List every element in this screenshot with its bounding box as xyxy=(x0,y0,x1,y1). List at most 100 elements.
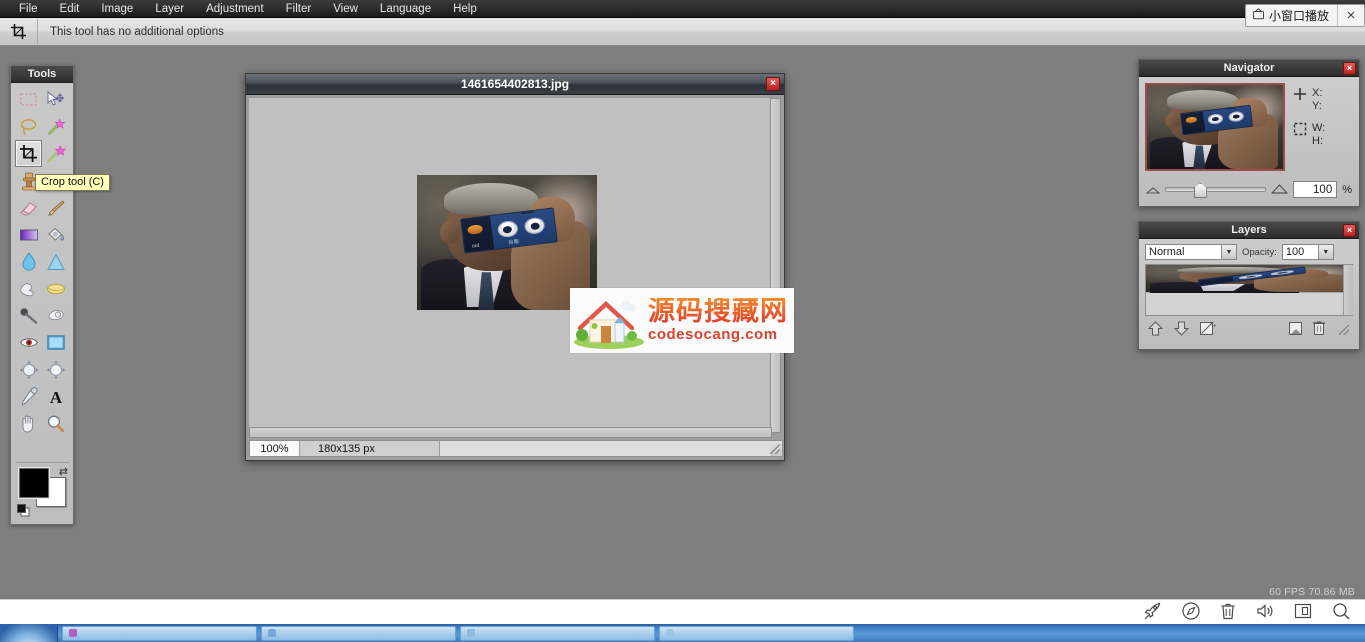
menu-bar: File Edit Image Layer Adjustment Filter … xyxy=(0,0,1365,18)
navigator-titlebar[interactable]: Navigator × xyxy=(1139,60,1359,77)
resize-grip-icon[interactable] xyxy=(770,443,780,454)
dodge-tool[interactable] xyxy=(15,302,42,329)
layers-titlebar[interactable]: Layers × xyxy=(1139,222,1359,239)
pinch-tool[interactable] xyxy=(42,356,69,383)
document-titlebar[interactable]: 1461654402813.jpg × xyxy=(246,74,784,95)
menu-item-layer[interactable]: Layer xyxy=(144,1,195,17)
eraser-tool[interactable] xyxy=(15,194,42,221)
status-dimensions: 180x135 px xyxy=(300,441,440,456)
navigator-thumbnail[interactable] xyxy=(1145,83,1285,171)
layer-list-scrollbar[interactable] xyxy=(1343,265,1353,315)
type-tool[interactable]: A xyxy=(42,383,69,410)
taskbar-item[interactable] xyxy=(460,625,655,641)
magic-wand-tool-alt[interactable] xyxy=(42,113,69,140)
selection-size-icon xyxy=(1293,122,1307,139)
lasso-tool[interactable] xyxy=(15,113,42,140)
move-layer-down-button[interactable] xyxy=(1173,321,1190,339)
menu-item-filter[interactable]: Filter xyxy=(275,1,323,17)
watermark-chinese-text: 源码搜藏网 xyxy=(648,295,788,327)
swap-colors-icon[interactable]: ⇄ xyxy=(59,465,68,478)
crop-tool-icon[interactable] xyxy=(0,18,38,45)
rectangular-marquee-tool[interactable] xyxy=(15,86,42,113)
smudge-tool[interactable] xyxy=(15,275,42,302)
menu-item-view[interactable]: View xyxy=(322,1,369,17)
blur-tool[interactable] xyxy=(15,248,42,275)
menu-item-image[interactable]: Image xyxy=(90,1,144,17)
layer-list: Background xyxy=(1145,264,1353,316)
canvas-horizontal-scrollbar[interactable] xyxy=(249,427,772,438)
chevron-down-icon[interactable]: ▼ xyxy=(1317,245,1333,259)
system-tray xyxy=(0,599,1365,624)
navigator-zoom-unit: % xyxy=(1342,183,1352,196)
add-mask-button[interactable] xyxy=(1199,321,1216,339)
navigator-panel: Navigator × X: Y: W: H: 100 % xyxy=(1138,59,1360,207)
move-layer-up-button[interactable] xyxy=(1147,320,1164,339)
taskbar-item-icon xyxy=(69,629,77,637)
navigator-title: Navigator xyxy=(1223,62,1275,74)
layer-thumbnail xyxy=(1146,265,1353,293)
status-filler xyxy=(440,441,770,456)
trash-icon[interactable] xyxy=(1219,601,1237,624)
navigator-close-icon[interactable]: × xyxy=(1343,62,1356,75)
menu-item-edit[interactable]: Edit xyxy=(49,1,91,17)
navigator-zoom-slider-handle[interactable] xyxy=(1193,183,1207,198)
status-zoom-value[interactable]: 100% xyxy=(250,441,300,456)
sharpen-tool[interactable] xyxy=(42,248,69,275)
new-layer-button[interactable] xyxy=(1288,321,1303,339)
opacity-input[interactable]: 100 ▼ xyxy=(1281,244,1334,260)
taskbar-item-icon xyxy=(666,629,674,637)
canvas-area[interactable]: ord 谷歌 xyxy=(249,98,772,433)
red-eye-tool[interactable] xyxy=(15,329,42,356)
magic-wand-tool[interactable] xyxy=(42,140,69,167)
menu-item-help[interactable]: Help xyxy=(442,1,488,17)
blend-mode-value: Normal xyxy=(1149,246,1185,258)
bloat-tool[interactable] xyxy=(15,356,42,383)
navigator-w-label: W: xyxy=(1312,122,1326,134)
taskbar-item[interactable] xyxy=(62,625,257,641)
start-button[interactable] xyxy=(0,624,58,642)
chevron-down-icon[interactable]: ▼ xyxy=(1221,245,1236,259)
watermark-url: codesocang.com xyxy=(648,326,778,344)
burn-tool[interactable] xyxy=(42,302,69,329)
rocket-icon[interactable] xyxy=(1143,601,1163,624)
menu-item-file[interactable]: File xyxy=(8,1,49,17)
navigator-zoom-slider[interactable] xyxy=(1165,183,1267,198)
list-item[interactable]: Background xyxy=(1146,265,1353,293)
paintbrush-tool[interactable] xyxy=(42,194,69,221)
close-icon[interactable]: × xyxy=(1338,5,1364,26)
taskbar-item[interactable] xyxy=(261,625,456,641)
layers-resize-grip-icon[interactable] xyxy=(1339,324,1349,335)
move-tool[interactable] xyxy=(42,86,69,113)
sponge-tool[interactable] xyxy=(42,275,69,302)
layers-close-icon[interactable]: × xyxy=(1343,224,1356,237)
zoom-tool[interactable] xyxy=(42,410,69,437)
vr-right-text: 谷歌 xyxy=(508,238,520,246)
menu-item-adjustment[interactable]: Adjustment xyxy=(195,1,275,17)
eyedropper-tool[interactable] xyxy=(15,383,42,410)
hand-tool[interactable] xyxy=(15,410,42,437)
speaker-icon[interactable] xyxy=(1255,601,1275,624)
crop-tool[interactable] xyxy=(15,140,42,167)
taskbar-item-icon xyxy=(467,629,475,637)
document-close-icon[interactable]: × xyxy=(766,77,780,91)
watermark-house-icon xyxy=(570,292,648,350)
watermark-logo: 源码搜藏网 codesocang.com xyxy=(570,288,794,353)
search-icon[interactable] xyxy=(1331,601,1351,624)
paint-bucket-tool[interactable] xyxy=(42,221,69,248)
navigator-h-label: H: xyxy=(1312,135,1323,147)
zoom-out-icon[interactable] xyxy=(1145,183,1161,197)
menu-item-language[interactable]: Language xyxy=(369,1,442,17)
navigator-zoom-input[interactable]: 100 xyxy=(1293,181,1338,198)
reset-colors-icon[interactable] xyxy=(17,504,30,517)
gradient-tool[interactable] xyxy=(15,221,42,248)
blend-mode-select[interactable]: Normal ▼ xyxy=(1145,244,1237,260)
small-window-playback-button[interactable]: 小窗口播放 xyxy=(1246,5,1338,26)
pixelate-tool[interactable] xyxy=(42,329,69,356)
delete-layer-button[interactable] xyxy=(1312,320,1326,339)
foreground-color-swatch[interactable] xyxy=(18,467,50,499)
zoom-in-icon[interactable] xyxy=(1270,183,1289,197)
window-icon[interactable] xyxy=(1293,602,1313,623)
compass-icon[interactable] xyxy=(1181,601,1201,624)
canvas-vertical-scrollbar[interactable] xyxy=(770,98,781,433)
taskbar-item[interactable] xyxy=(659,625,854,641)
